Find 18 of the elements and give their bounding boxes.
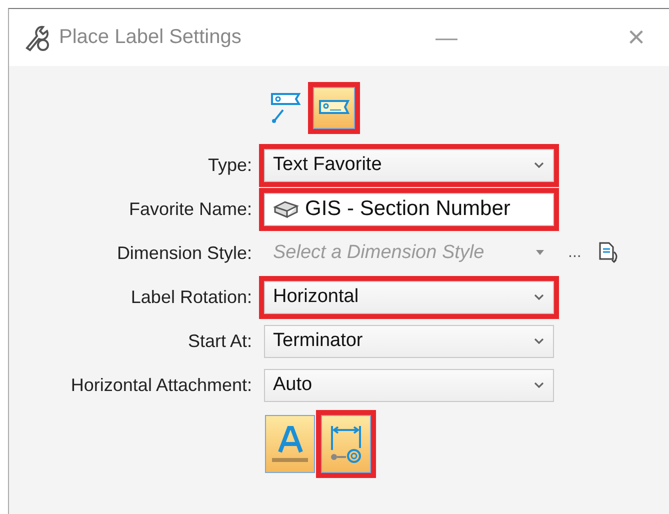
chevron-down-icon [533,337,545,345]
window-title: Place Label Settings [59,26,242,49]
wrench-gear-icon [23,24,51,52]
field-label: Dimension Style: [116,242,252,264]
field-label: Type: [206,154,252,176]
field-label: Horizontal Attachment: [70,374,252,396]
tag-leader-icon [269,91,303,125]
text-style-button[interactable] [265,415,315,473]
dropdown[interactable]: Terminator [264,324,554,358]
chevron-down-icon [533,161,545,169]
dropdown[interactable]: Auto [264,368,554,402]
field-label: Favorite Name: [128,198,252,220]
triangle-down-icon [535,250,545,256]
field-label: Label Rotation: [130,286,252,308]
field-label: Start At: [186,330,252,352]
chevron-down-icon [533,381,545,389]
chevron-down-icon [533,293,545,301]
box-icon [273,199,299,219]
